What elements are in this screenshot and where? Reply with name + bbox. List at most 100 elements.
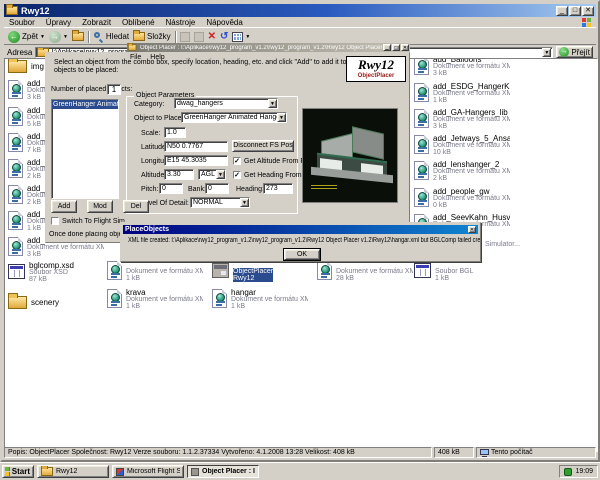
lod-select[interactable]: NORMAL ▼ — [190, 197, 250, 208]
disconnect-fs-button[interactable]: Disconnect FS Pos — [232, 140, 294, 152]
file-item-add_lenshanger_2[interactable]: add_lenshanger_2 Dokument ve formátu XML 2… — [414, 161, 510, 182]
heading-field[interactable]: 273 — [263, 183, 293, 194]
file-name: add_people_gw — [433, 188, 490, 196]
file-item-Dokument ve formátu XML[interactable]: Dokument ve formátu XML 28 kB — [317, 261, 413, 282]
scale-field[interactable]: 1.0 — [164, 127, 186, 138]
tray-app-icon[interactable] — [564, 467, 573, 476]
task-label: Rwy12 — [56, 468, 78, 475]
mod-button[interactable]: Mod — [87, 200, 113, 213]
file-item-krava[interactable]: krava Dokument ve formátu XML 1 kB — [107, 289, 203, 310]
file-item-ObjectPlacer[interactable]: ObjectPlacer Rwy12 — [212, 261, 308, 282]
file-item-bglcomp.xsd[interactable]: bglcomp.xsd Soubor XSD 87 kB — [8, 262, 104, 283]
explorer-titlebar[interactable]: Rwy12 _ □ ✕ — [4, 4, 596, 17]
back-icon: ← — [8, 30, 20, 43]
category-select[interactable]: dwag_hangers ▼ — [174, 98, 278, 109]
move-to-icon[interactable] — [179, 31, 190, 42]
bank-field[interactable]: 0 — [205, 183, 229, 194]
file-item-add_Jetways_5_Ansari[interactable]: add_Jetways_5_Ansari Dokument ve formátu … — [414, 135, 510, 156]
switch-to-fs-checkbox[interactable]: Switch To Flight Sim — [51, 217, 125, 225]
start-button[interactable]: Start — [2, 465, 34, 478]
file-size: 1 kB — [433, 97, 448, 104]
add-button[interactable]: Add — [51, 200, 77, 213]
get-heading-checkbox[interactable]: ✓ Get Heading From FS — [233, 171, 312, 179]
del-button[interactable]: Del — [123, 200, 149, 213]
go-button[interactable]: → Přejít — [556, 46, 593, 58]
file-size: 3 kB — [433, 123, 448, 130]
checkbox-check-icon: ✓ — [233, 171, 241, 179]
file-item-hangar[interactable]: hangar Dokument ve formátu XML 1 kB — [212, 289, 308, 310]
object-placer-titlebar[interactable]: Object Placer : I:\Aplikace\rwy12_progra… — [127, 42, 410, 52]
object-placer-title: Object Placer : I:\Aplikace\rwy12_progra… — [140, 44, 382, 51]
menu-item-4[interactable]: Oblíbené — [122, 18, 154, 27]
pitch-label: Pitch: — [141, 186, 159, 193]
xml-document-icon — [212, 289, 227, 308]
copy-to-icon[interactable] — [193, 31, 204, 42]
menu-item-5[interactable]: Nástroje — [166, 18, 196, 27]
altitude-unit-dropdown-icon[interactable]: ▼ — [216, 170, 225, 179]
folder-icon — [8, 293, 27, 309]
op-close-button[interactable]: ✕ — [401, 44, 409, 51]
views-button[interactable]: ▼ — [232, 29, 250, 44]
placed-objects-list[interactable]: GreenHanger Animated Hanger — [51, 99, 119, 199]
file-name — [336, 261, 413, 268]
object-placer-window: File Help Select an object from the combo… — [45, 52, 410, 243]
status-size: 408 kB — [434, 447, 474, 458]
altitude-field[interactable]: 3.30 — [164, 169, 194, 180]
file-type: Dokument ve formátu XML — [433, 195, 510, 202]
address-dropdown-icon[interactable]: ▼ — [542, 47, 552, 57]
file-item-Soubor BGL[interactable]: Soubor BGL 1 kB — [414, 261, 510, 282]
longitude-field[interactable]: E15 45.3035 — [164, 155, 228, 166]
folders-button[interactable]: Složky — [133, 29, 171, 44]
file-size: 2 kB — [433, 175, 448, 182]
pitch-field[interactable]: 0 — [159, 183, 183, 194]
delete-icon[interactable]: ✕ — [208, 31, 216, 42]
placeobjects-titlebar[interactable]: PlaceObjects ✕ — [123, 225, 478, 234]
taskbar-task-2[interactable]: Microsoft Flight Simulator ... — [112, 465, 184, 478]
object-dropdown-icon[interactable]: ▼ — [277, 113, 286, 122]
up-button[interactable] — [71, 29, 84, 44]
file-item-add_ESDG_HangerKit[interactable]: add_ESDG_HangerKit Dokument ve formátu XM… — [414, 83, 510, 104]
forward-dropdown-icon[interactable]: ▼ — [63, 34, 68, 40]
get-altitude-checkbox[interactable]: ✓ Get Altitude From FS — [233, 157, 309, 165]
category-dropdown-icon[interactable]: ▼ — [268, 99, 277, 108]
file-item-add_GA-Hangers_lib[interactable]: add_GA-Hangers_lib Dokument ve formátu XM… — [414, 109, 510, 130]
ok-button[interactable]: OK — [283, 248, 321, 261]
start-label: Start — [11, 467, 30, 476]
maximize-button[interactable]: □ — [569, 5, 581, 16]
xml-document-icon — [414, 135, 429, 154]
logo-subtitle: ObjectPlacer — [357, 73, 395, 79]
address-label: Adresa — [7, 47, 33, 57]
object-to-place-label: Object to Place: — [134, 115, 184, 122]
dialog-close-icon[interactable]: ✕ — [468, 226, 476, 233]
search-button[interactable]: Hledat — [93, 29, 129, 44]
minimize-button[interactable]: _ — [556, 5, 568, 16]
taskbar-task-3[interactable]: Object Placer : I:\Ap... — [187, 465, 259, 478]
views-dropdown-icon[interactable]: ▼ — [245, 34, 250, 40]
menu-item-3[interactable]: Zobrazit — [82, 18, 111, 27]
task-label: Object Placer : I:\Ap... — [202, 468, 255, 475]
file-item-scenery[interactable]: scenery — [8, 293, 104, 309]
altitude-unit-select[interactable]: AGL ▼ — [198, 169, 226, 180]
menu-item-2[interactable]: Úpravy — [46, 18, 71, 27]
back-button[interactable]: ← Zpět ▼ — [8, 29, 45, 44]
list-item-selected[interactable]: GreenHanger Animated Hanger — [52, 100, 118, 109]
checkbox-empty-icon — [51, 217, 59, 225]
taskbar-task-1[interactable]: Rwy12 — [37, 465, 109, 478]
menu-item-1[interactable]: Soubor — [9, 18, 35, 27]
go-arrow-icon: → — [559, 47, 570, 57]
op-minimize-button[interactable]: _ — [383, 44, 391, 51]
lod-dropdown-icon[interactable]: ▼ — [240, 198, 249, 207]
close-button[interactable]: ✕ — [582, 5, 594, 16]
back-dropdown-icon[interactable]: ▼ — [40, 34, 45, 40]
latitude-field[interactable]: N50 0.7767 — [164, 141, 228, 152]
file-item-add_people_gw[interactable]: add_people_gw Dokument ve formátu XML 0 kB — [414, 188, 510, 209]
file-item-add_Balloons[interactable]: add_Balloons Dokument ve formátu XML 3 kB — [414, 59, 510, 77]
op-maximize-button[interactable]: □ — [392, 44, 400, 51]
file-item-Dokument ve formátu XML[interactable]: Dokument ve formátu XML 1 kB — [107, 261, 203, 282]
object-to-place-select[interactable]: GreenHanger Animated Hanger ▼ — [181, 112, 287, 123]
menu-item-6[interactable]: Nápověda — [206, 18, 242, 27]
undo-icon[interactable]: ↺ — [220, 31, 228, 42]
forward-button[interactable]: → ▼ — [48, 29, 68, 44]
folder-icon — [41, 466, 53, 476]
clock: 19:09 — [575, 468, 593, 475]
